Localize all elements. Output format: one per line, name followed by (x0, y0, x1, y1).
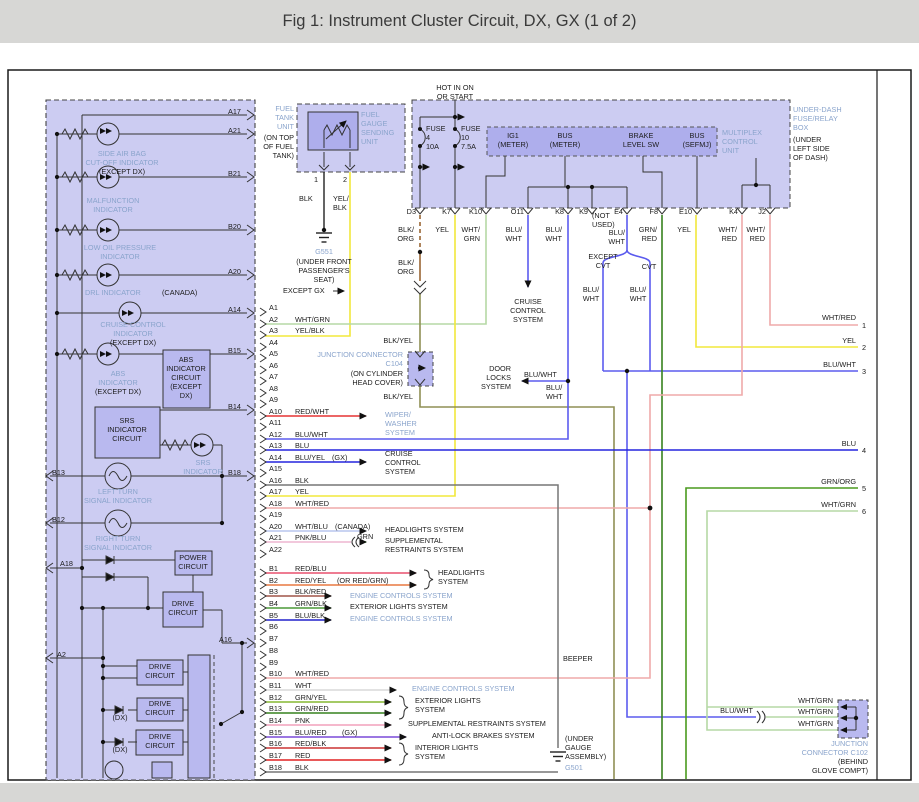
drive-circuit-box-2 (136, 659, 184, 686)
cluster-subassembly-box (187, 654, 211, 779)
bottom-bar (0, 783, 919, 802)
wiring-diagram (7, 69, 912, 781)
under-dash-fuse-relay-box (411, 99, 791, 215)
drive-circuit-box-1 (162, 591, 204, 628)
fuel-tank-unit (296, 103, 406, 173)
drive-circuit-box-4 (135, 729, 184, 756)
srs-indicator-circuit-box (94, 406, 161, 459)
bottom-gauge-symbol (104, 760, 124, 780)
multiplex-control-unit-box (486, 126, 718, 157)
instrument-cluster-panel (45, 99, 256, 781)
drive-circuit-box-3 (136, 697, 184, 722)
power-circuit-box (174, 550, 213, 576)
g551-ground-dot (321, 227, 327, 233)
abs-indicator-circuit-box (162, 349, 211, 409)
figure-page: Fig 1: Instrument Cluster Circuit, DX, G… (0, 0, 919, 802)
